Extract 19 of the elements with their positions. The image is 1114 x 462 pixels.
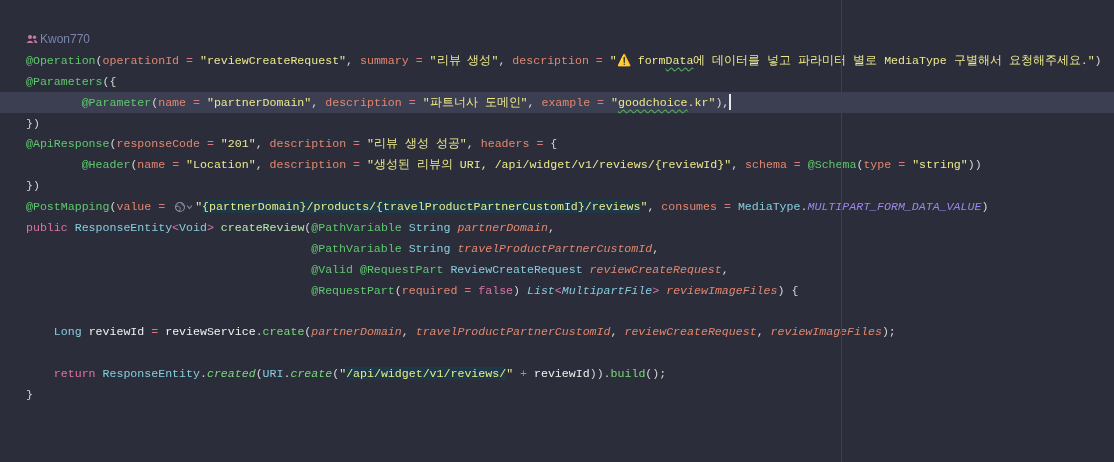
globe-icon[interactable] bbox=[174, 200, 195, 213]
code-text: @Valid @RequestPart ReviewCreateRequest reviewCreateRequest, bbox=[310, 262, 729, 276]
code-text: @PathVariable String travelProductPartnerCustomId, bbox=[310, 241, 660, 255]
code-text: Long reviewId = reviewService.create(partnerDomain, travelProductPartnerCustomId, reviewCreateRequest, reviewImageFiles); bbox=[52, 325, 896, 339]
code-text: @Operation(operationId = "reviewCreateRequest", summary = "리뷰 생성", description = "⚠ formData에 데이터를 넣고 파라미터 별로 MediaType 구별해서 요청해주세요.") bbox=[26, 52, 1102, 68]
code-text: }) bbox=[26, 116, 40, 130]
code-text: @ApiResponse(responseCode = "201", description = "리뷰 생성 성공", headers = { bbox=[26, 136, 558, 152]
code-text: return ResponseEntity.created(URI.create("/api/widget/v1/reviews/" + reviewId)).build(); bbox=[52, 367, 667, 381]
code-text: @Parameter(name = "partnerDomain", description = "파트너사 도메인", example = "goodchoice.kr"), bbox=[80, 94, 730, 110]
code-text: @PostMapping(value = bbox=[26, 200, 167, 214]
code-text: @Header(name = "Location", description = "생성된 리뷰의 URI, /api/widget/v1/reviews/{reviewId}", schema = @Schema(type = "string")) bbox=[80, 157, 982, 173]
code-text: @Parameters({ bbox=[26, 74, 117, 88]
code-text: } bbox=[26, 388, 33, 402]
author-name[interactable]: Kwon770 bbox=[40, 32, 91, 47]
code-text: "{partnerDomain}/products/{travelProductPartnerCustomId}/reviews", consumes = MediaType.MULTIPART_FORM_DATA_VALUE) bbox=[195, 200, 989, 214]
code-text: }) bbox=[26, 179, 40, 193]
code-text: public ResponseEntity<Void> createReview(@PathVariable String partnerDomain, bbox=[26, 220, 555, 234]
code-text: @RequestPart(required = false) List<MultipartFile> reviewImageFiles) { bbox=[310, 283, 799, 297]
people-icon bbox=[26, 34, 38, 45]
